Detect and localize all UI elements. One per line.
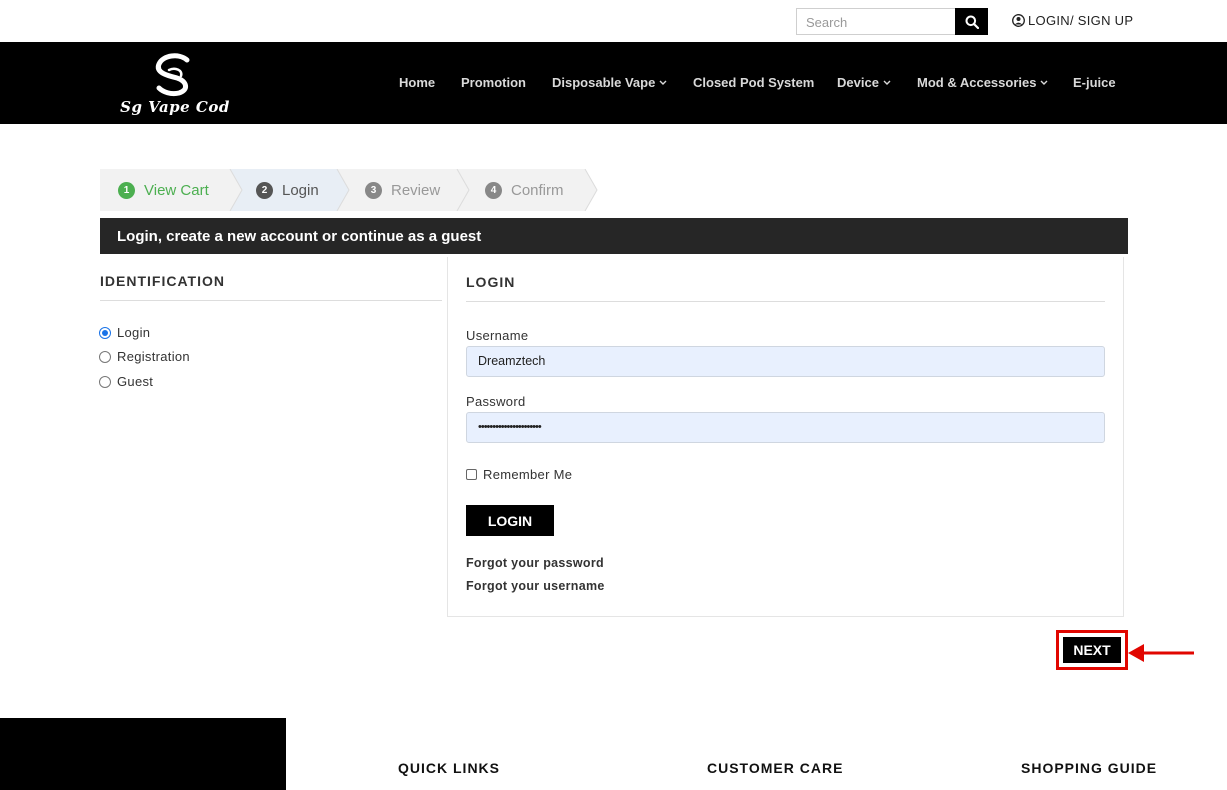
password-label: Password [466,394,526,409]
username-label: Username [466,328,529,343]
radio-label: Guest [117,374,154,389]
nav-label: Closed Pod System [693,75,815,90]
nav-label: Device [837,75,879,90]
radio-button[interactable] [99,375,111,388]
username-field[interactable]: Dreamztech [466,346,1105,377]
forgot-username-link[interactable]: Forgot your username [466,579,605,593]
user-icon [1012,14,1025,27]
remember-me[interactable]: Remember Me [466,467,572,482]
radio-registration[interactable]: Registration [99,349,190,364]
step-number: 2 [256,181,273,199]
radio-button[interactable] [99,350,111,363]
nav-label: Home [399,75,436,90]
identification-title: IDENTIFICATION [100,273,225,289]
nav-label: E-juice [1073,75,1116,90]
step-review: 3 Review [365,169,440,211]
search-icon [965,15,979,29]
step-view-cart[interactable]: 1 View Cart [118,169,209,211]
divider [100,300,442,301]
chevron-down-icon [1040,80,1048,85]
search-input[interactable]: Search [796,8,956,35]
login-signup-label: LOGIN/ SIGN UP [1028,13,1134,28]
chevron-down-icon [883,80,891,85]
login-signup-link[interactable]: LOGIN/ SIGN UP [1012,13,1133,28]
footer-quick-links-title: QUICK LINKS [398,760,500,776]
checkout-steps: 1 View Cart 2 Login 3 Review 4 Confirm [100,169,600,211]
radio-label: Registration [117,349,190,364]
nav-mod-accessories[interactable]: Mod & Accessories [917,75,1048,90]
divider [466,301,1105,302]
site-logo[interactable]: Sg Vape Cod [117,50,233,118]
step-label: Confirm [511,181,564,199]
footer-customer-care-title: CUSTOMER CARE [707,760,844,776]
logo-text: Sg Vape Cod [120,98,230,116]
step-number: 3 [365,181,382,199]
step-confirm: 4 Confirm [485,169,564,211]
radio-label: Login [117,325,151,340]
top-utility-bar: Search LOGIN/ SIGN UP [0,0,1227,42]
main-header: Sg Vape Cod Home Promotion Disposable Va… [0,42,1227,124]
forgot-password-link[interactable]: Forgot your password [466,556,604,570]
password-field[interactable]: •••••••••••••••••••••• [466,412,1105,443]
section-title-bar: Login, create a new account or continue … [100,218,1128,254]
remember-checkbox[interactable] [466,469,477,480]
step-login: 2 Login [256,169,319,211]
step-number: 1 [118,181,135,199]
next-button[interactable]: NEXT [1063,637,1121,663]
radio-guest[interactable]: Guest [99,374,153,389]
nav-label: Promotion [461,75,526,90]
footer-shopping-guide-title: SHOPPING GUIDE [1021,760,1158,776]
search-button[interactable] [955,8,988,35]
arrow-left-icon [1128,644,1194,662]
nav-label: Mod & Accessories [917,75,1037,90]
step-label: Login [282,181,319,199]
nav-closed-pod-system[interactable]: Closed Pod System [693,75,814,90]
footer-logo-block [0,718,286,790]
nav-promotion[interactable]: Promotion [461,75,526,90]
remember-label: Remember Me [483,467,573,482]
nav-home[interactable]: Home [399,75,435,90]
nav-disposable-vape[interactable]: Disposable Vape [552,75,667,90]
nav-label: Disposable Vape [552,75,656,90]
login-title: LOGIN [466,274,516,290]
login-button[interactable]: LOGIN [466,505,554,536]
step-label: View Cart [144,181,209,199]
chevron-down-icon [659,80,667,85]
logo-mark-icon [155,53,190,97]
radio-login[interactable]: Login [99,325,150,340]
step-label: Review [391,181,441,199]
nav-device[interactable]: Device [837,75,891,90]
radio-button[interactable] [99,326,111,339]
step-number: 4 [485,181,502,199]
nav-e-juice[interactable]: E-juice [1073,75,1116,90]
next-highlight-box: NEXT [1056,630,1128,670]
